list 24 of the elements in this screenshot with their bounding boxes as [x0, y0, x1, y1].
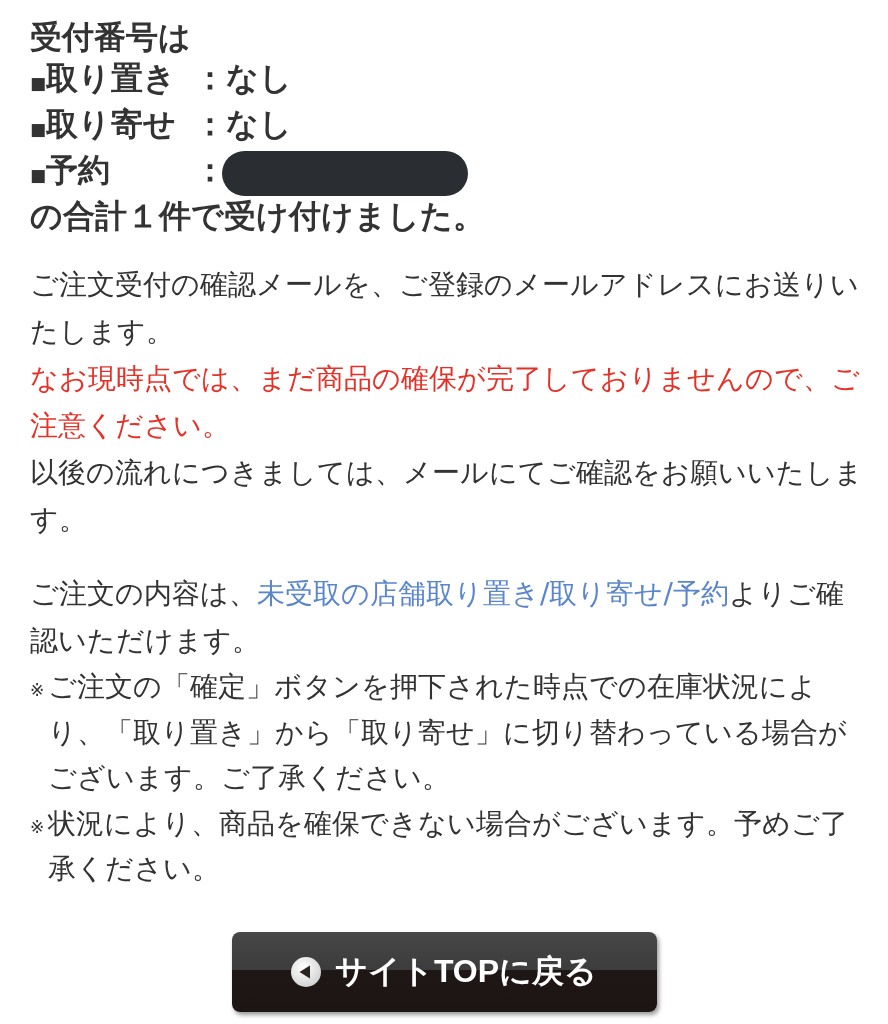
colon-separator: ： [194, 104, 226, 145]
pickup-list-link[interactable]: 未受取の店舗取り置き/取り寄せ/予約 [257, 577, 729, 610]
item-value: なし [226, 104, 292, 145]
warning-text: なお現時点では、まだ商品の確保が完了しておりませんので、ご注意ください。 [30, 361, 861, 444]
reference-mark: ※ [30, 679, 46, 702]
item-value: なし [226, 58, 292, 99]
confirmation-summary: の合計１件で受け付けました。 [30, 196, 486, 237]
reference-mark: ※ [30, 815, 46, 839]
list-bullet: ■ [30, 119, 46, 139]
left-triangle-circle-icon [290, 956, 321, 987]
note-text: 状況により、商品を確保できない場合がございます。予めご了承ください。 [48, 805, 849, 887]
item-label: 取り置き [46, 58, 177, 99]
item-label: 取り寄せ [46, 104, 177, 145]
confirmation-heading: 受付番号は [30, 17, 192, 58]
list-bullet: ■ [30, 165, 46, 185]
order-details-text: ご注文の内容は、未受取の店舗取り置き/取り寄せ/予約よりご確認いただけます。 [30, 576, 845, 659]
note-text: ご注文の「確定」ボタンを押下された時点での在庫状況により、「取り置き」から「取り寄せ」に切り替わっている場合がございます。ご了承ください。 [48, 669, 848, 796]
back-to-top-button[interactable]: サイトTOPに戻る [231, 931, 657, 1012]
message-text: 以後の流れにつきましては、メールにてご確認をお願いいたします。 [30, 455, 864, 538]
colon-separator: ： [194, 58, 226, 99]
list-bullet: ■ [30, 73, 46, 93]
item-label: 予約 [46, 150, 111, 191]
message-text: ご注文受付の確認メールを、ご登録のメールアドレスにお送りいたします。 [30, 267, 860, 350]
colon-separator: ： [194, 150, 226, 191]
